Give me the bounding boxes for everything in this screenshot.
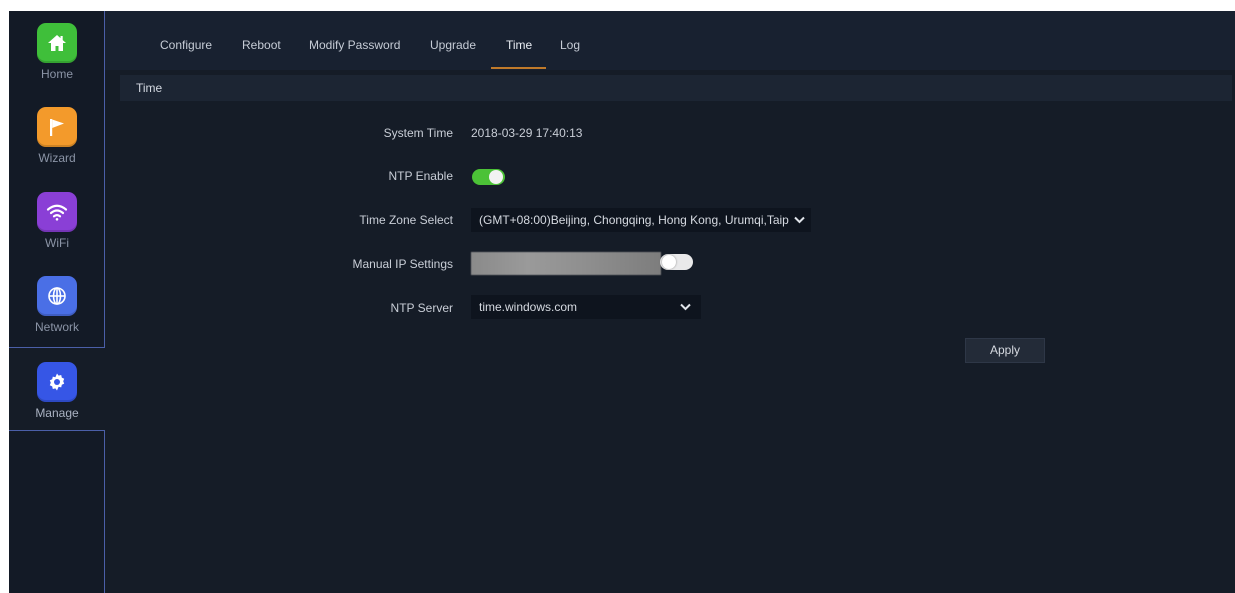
- sidebar: Home Wizard WiFi Network Manage: [9, 11, 105, 593]
- tab-upgrade[interactable]: Upgrade: [430, 38, 476, 52]
- sidebar-item-wizard[interactable]: Wizard: [9, 107, 105, 165]
- section-header: Time: [120, 75, 1232, 101]
- sidebar-item-home[interactable]: Home: [9, 23, 105, 81]
- section-title: Time: [136, 81, 163, 95]
- system-time-label: System Time: [383, 126, 453, 140]
- sidebar-item-wifi[interactable]: WiFi: [9, 192, 105, 250]
- sidebar-item-network[interactable]: Network: [9, 276, 105, 334]
- chevron-down-icon: [794, 208, 805, 232]
- sidebar-item-label: Wizard: [38, 151, 76, 165]
- sidebar-item-label: Network: [34, 320, 79, 334]
- toggle-knob: [662, 255, 676, 269]
- flag-icon: [37, 107, 77, 147]
- router-admin-app: Home Wizard WiFi Network Manage Configur…: [9, 11, 1235, 593]
- active-tab-indicator: [491, 67, 546, 69]
- tab-bar: Configure Reboot Modify Password Upgrade…: [105, 11, 1235, 70]
- main-content: Configure Reboot Modify Password Upgrade…: [105, 11, 1235, 593]
- ntp-server-select[interactable]: time.windows.com: [471, 295, 701, 319]
- sidebar-item-label: WiFi: [45, 236, 69, 250]
- sidebar-item-label: Manage: [35, 406, 79, 420]
- wifi-icon: [37, 192, 77, 232]
- gear-icon: [37, 362, 77, 402]
- manual-ip-toggle[interactable]: [660, 254, 693, 270]
- timezone-select-value: (GMT+08:00)Beijing, Chongqing, Hong Kong…: [479, 213, 789, 227]
- sidebar-item-manage[interactable]: Manage: [9, 347, 105, 431]
- ntp-server-select-value: time.windows.com: [479, 300, 578, 314]
- home-icon: [37, 23, 77, 63]
- manual-ip-input-redacted[interactable]: [471, 252, 661, 275]
- ntp-enable-toggle[interactable]: [472, 169, 505, 185]
- timezone-label: Time Zone Select: [359, 213, 453, 227]
- tab-reboot[interactable]: Reboot: [242, 38, 281, 52]
- apply-button[interactable]: Apply: [965, 338, 1045, 363]
- timezone-select[interactable]: (GMT+08:00)Beijing, Chongqing, Hong Kong…: [471, 208, 811, 232]
- ntp-enable-label: NTP Enable: [388, 169, 453, 183]
- globe-icon: [37, 276, 77, 316]
- system-time-value: 2018-03-29 17:40:13: [471, 126, 583, 140]
- sidebar-item-label: Home: [40, 67, 73, 81]
- tab-configure[interactable]: Configure: [160, 38, 212, 52]
- tab-modify-password[interactable]: Modify Password: [309, 38, 400, 52]
- toggle-knob: [489, 170, 503, 184]
- chevron-down-icon: [680, 295, 691, 319]
- ntp-server-label: NTP Server: [390, 301, 453, 315]
- tab-log[interactable]: Log: [560, 38, 580, 52]
- manual-ip-label: Manual IP Settings: [352, 257, 453, 271]
- tab-time[interactable]: Time: [506, 38, 532, 52]
